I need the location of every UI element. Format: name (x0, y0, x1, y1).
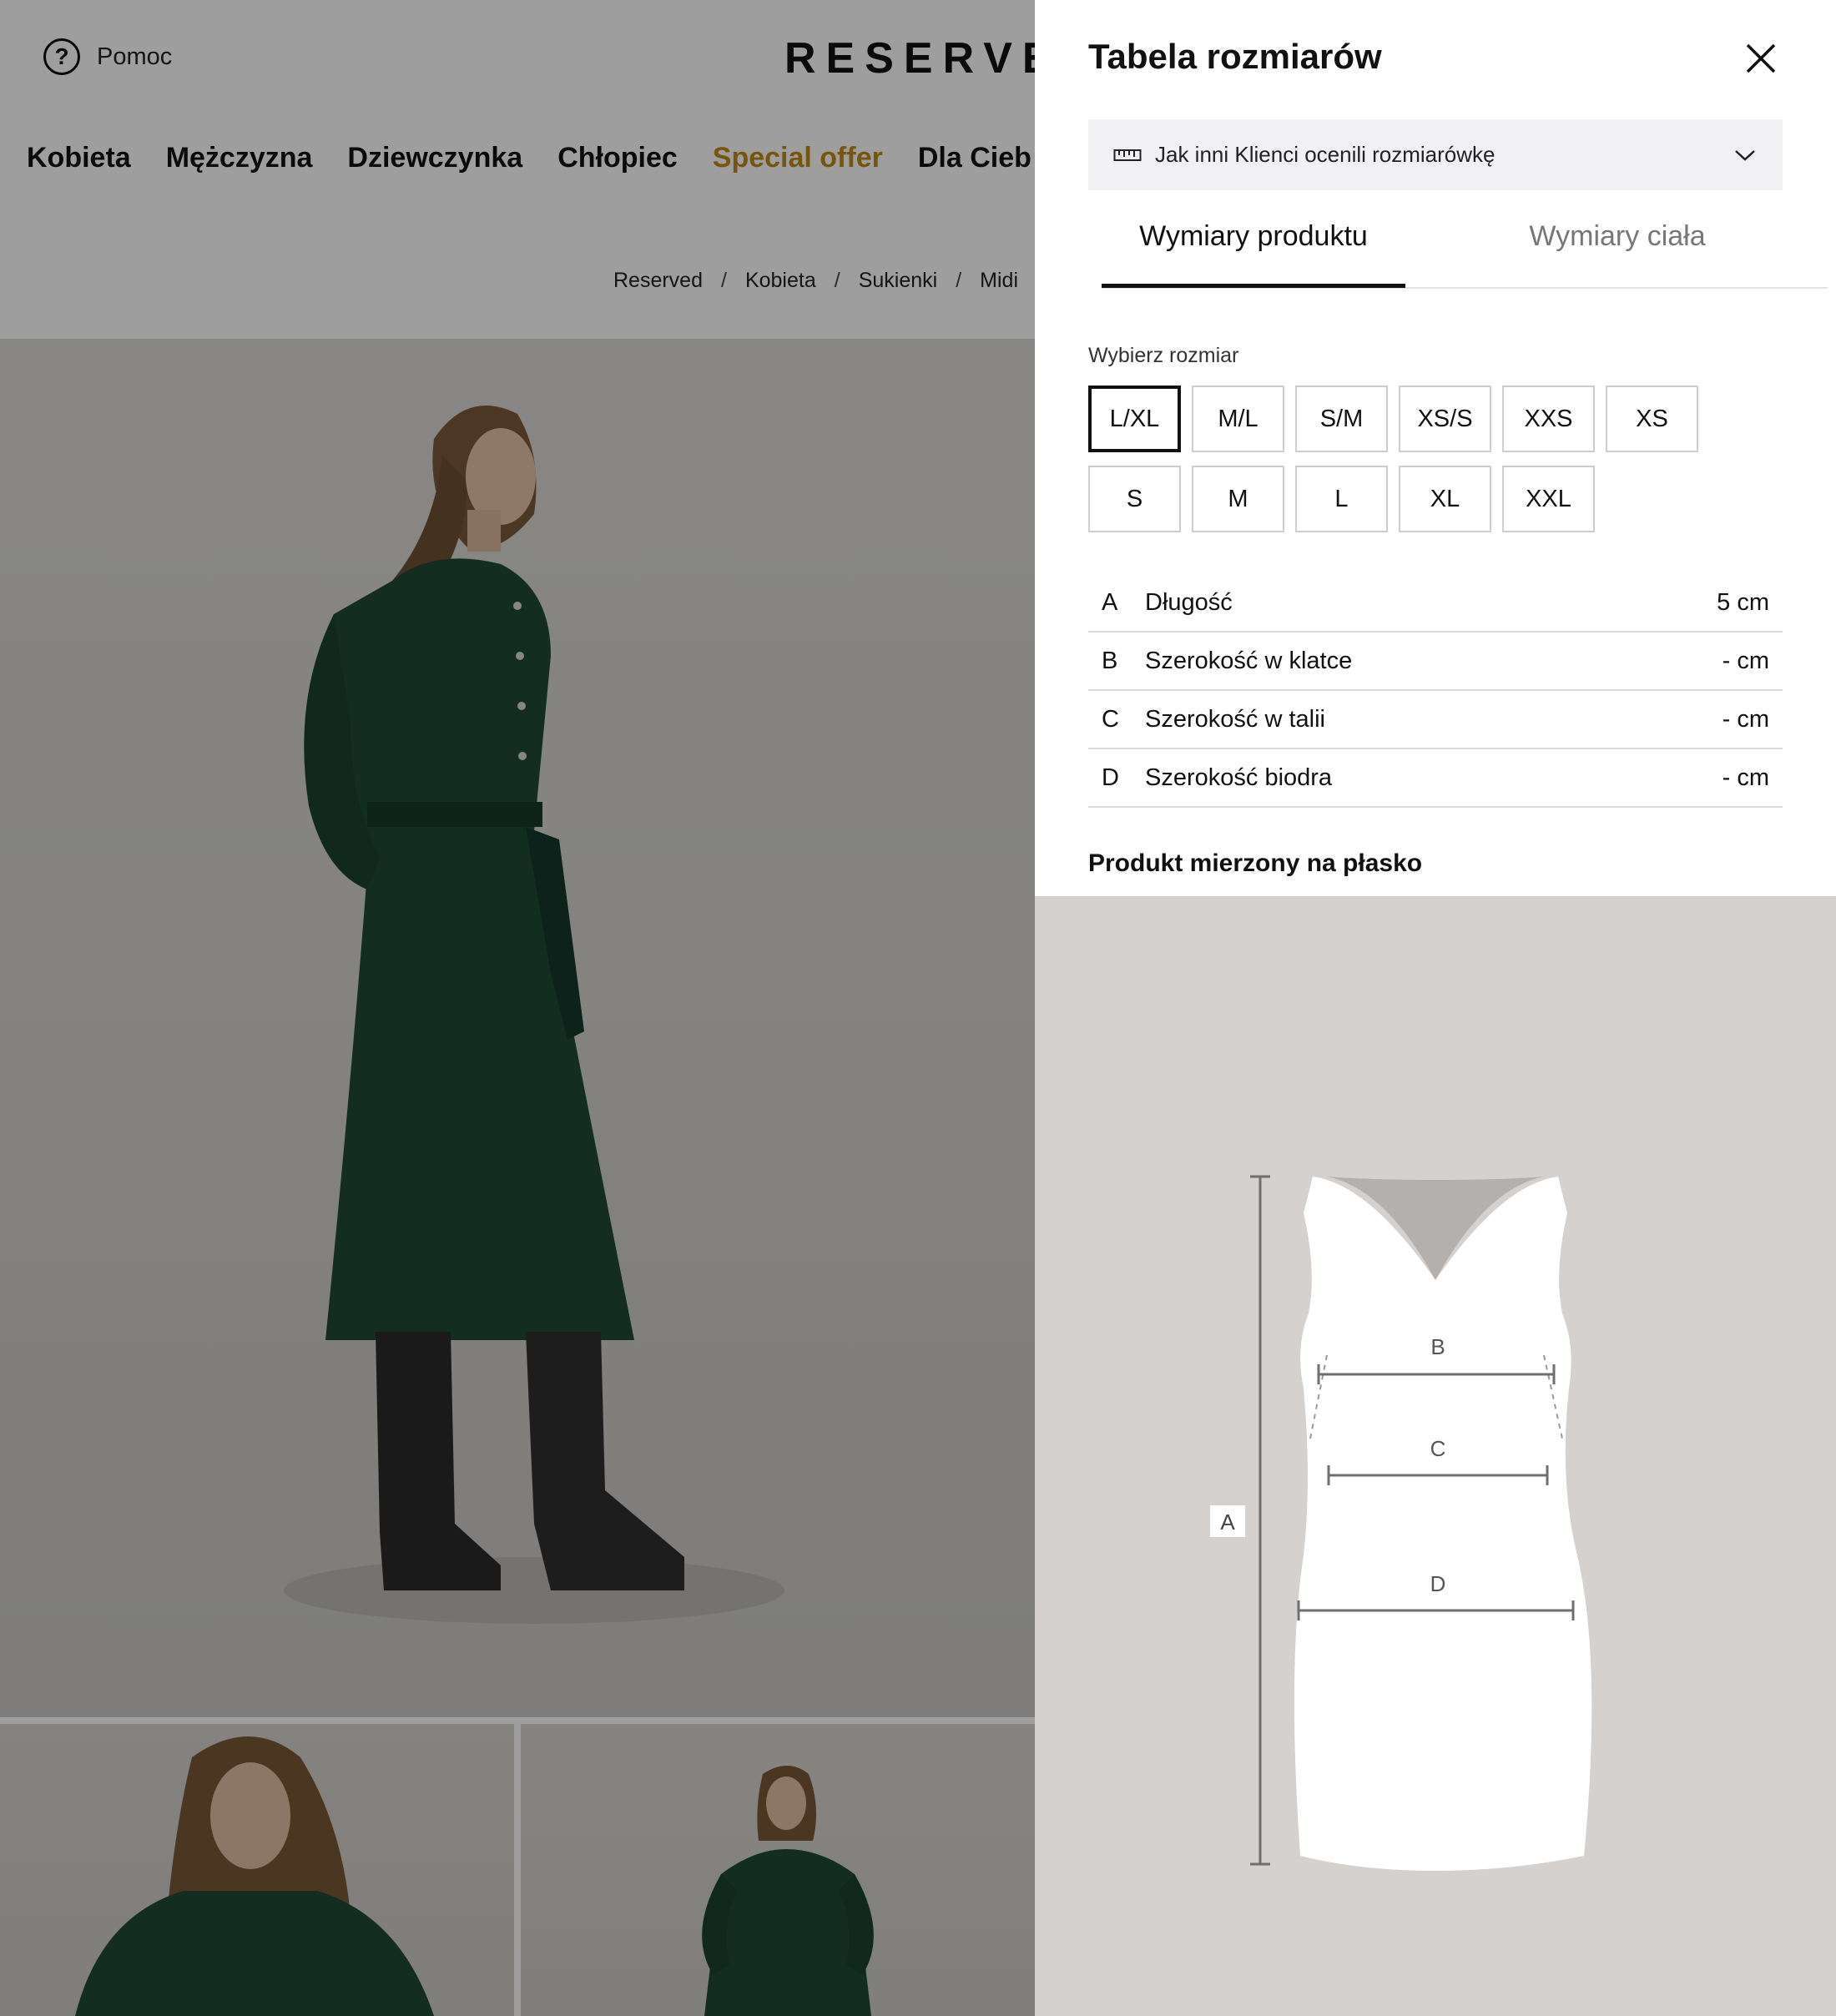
measurement-value: - cm (1722, 647, 1769, 674)
modal-backdrop[interactable] (0, 0, 1035, 2016)
dress-diagram-svg: A B C D (1210, 1175, 1592, 1871)
size-option[interactable]: XL (1399, 466, 1491, 532)
size-option[interactable]: S/M (1295, 386, 1388, 452)
size-option[interactable]: XS (1606, 386, 1698, 452)
size-select-label: Wybierz rozmiar (1088, 344, 1239, 367)
ruler-icon (1113, 149, 1142, 161)
size-options: L/XL M/L S/M XS/S XXS XS S M L XL XXL (1088, 386, 1723, 532)
measurement-row: D Szerokość biodra - cm (1088, 749, 1783, 808)
size-option[interactable]: XS/S (1399, 386, 1491, 452)
close-icon (1746, 43, 1776, 73)
close-button[interactable] (1741, 38, 1781, 78)
measurement-row: B Szerokość w klatce - cm (1088, 633, 1783, 691)
measurement-letter: A (1102, 588, 1118, 616)
measurement-letter: C (1102, 705, 1119, 733)
flat-measurement-note: Produkt mierzony na płasko (1088, 849, 1423, 877)
size-option[interactable]: L/XL (1088, 386, 1181, 452)
drawer-title: Tabela rozmiarów (1088, 37, 1382, 76)
label-d: D (1430, 1571, 1446, 1596)
size-chart-drawer: Tabela rozmiarów Jak inni Klienci ocenil… (1035, 0, 1836, 2016)
label-a: A (1220, 1509, 1235, 1535)
measurement-row: C Szerokość w talii - cm (1088, 691, 1783, 749)
fit-rating-accordion[interactable]: Jak inni Klienci ocenili rozmiarówkę (1088, 119, 1783, 190)
size-option[interactable]: XXS (1502, 386, 1595, 452)
dress-silhouette (1294, 1177, 1592, 1871)
size-option[interactable]: XXL (1502, 466, 1595, 532)
size-option[interactable]: M (1192, 466, 1284, 532)
measurement-letter: B (1102, 647, 1118, 674)
measurements-table: A Długość 5 cm B Szerokość w klatce - cm… (1088, 574, 1783, 808)
tab-body-dimensions[interactable]: Wymiary ciała (1465, 220, 1769, 253)
label-c: C (1430, 1436, 1446, 1461)
size-option[interactable]: M/L (1192, 386, 1284, 452)
measurement-row: A Długość 5 cm (1088, 574, 1783, 633)
measurement-name: Szerokość w klatce (1145, 647, 1353, 674)
size-option[interactable]: L (1295, 466, 1388, 532)
chevron-down-icon (1735, 149, 1755, 161)
tab-product-dimensions[interactable]: Wymiary produktu (1102, 220, 1405, 253)
label-b: B (1430, 1334, 1445, 1359)
measurement-value: - cm (1722, 764, 1769, 791)
active-tab-indicator (1102, 284, 1405, 288)
measurement-name: Szerokość biodra (1145, 764, 1333, 791)
measurement-value: - cm (1722, 705, 1769, 733)
measurement-name: Szerokość w talii (1145, 705, 1325, 733)
measurement-letter: D (1102, 764, 1119, 791)
measurement-tabs: Wymiary produktu Wymiary ciała (1102, 209, 1828, 289)
measurement-value: 5 cm (1717, 588, 1769, 616)
measurement-name: Długość (1145, 588, 1233, 616)
dress-diagram: A B C D (1035, 896, 1836, 2016)
size-option[interactable]: S (1088, 466, 1181, 532)
accordion-label: Jak inni Klienci ocenili rozmiarówkę (1155, 142, 1496, 167)
